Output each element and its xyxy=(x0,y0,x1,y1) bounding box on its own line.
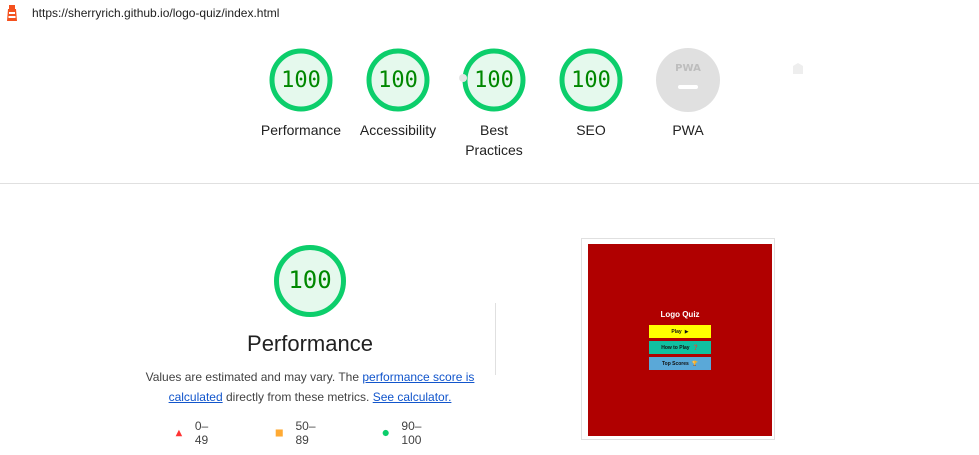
gauge-label: SEO xyxy=(576,122,606,138)
performance-score: 100 xyxy=(288,266,332,294)
play-button: Play ▶ xyxy=(649,325,711,338)
legend-average: 50–89 xyxy=(275,419,319,447)
gauge-label: Accessibility xyxy=(359,122,437,138)
gauge-score: 100 xyxy=(281,68,321,93)
desc-text: Values are estimated and may vary. The xyxy=(145,370,363,384)
gauge-pwa[interactable]: PWA PWA xyxy=(638,40,738,140)
final-screenshot[interactable]: Logo Quiz Play ▶ How to Play ❓ Top Score… xyxy=(581,238,775,440)
button-label: Top Scores xyxy=(661,360,689,367)
gauge-performance[interactable]: 100 Performance xyxy=(251,40,351,140)
top-scores-button: Top Scores 🏆 xyxy=(649,357,711,370)
gauge-label: Best Practices xyxy=(465,122,523,158)
play-icon: ▶ xyxy=(684,328,689,335)
cursor-artifact-icon xyxy=(459,74,467,82)
see-calculator-link[interactable]: See calculator. xyxy=(373,390,452,404)
page-url[interactable]: https://sherryrich.github.io/logo-quiz/i… xyxy=(32,6,279,20)
performance-gauge-large: 100 xyxy=(210,244,410,318)
circle-icon xyxy=(382,429,389,437)
gauge-label: PWA xyxy=(672,122,704,138)
quiz-title: Logo Quiz xyxy=(660,310,700,319)
performance-title: Performance xyxy=(247,331,373,356)
faded-icon xyxy=(793,63,803,74)
gauge-score: 100 xyxy=(571,68,611,93)
gauge-best-practices[interactable]: 100 Best Practices xyxy=(444,40,544,160)
pwa-badge-icon: PWA xyxy=(656,48,720,112)
gauge-seo[interactable]: 100 SEO xyxy=(541,40,641,140)
screenshot-image: Logo Quiz Play ▶ How to Play ❓ Top Score… xyxy=(588,244,772,436)
legend-range: 90–100 xyxy=(401,419,422,447)
performance-description: Values are estimated and may vary. The p… xyxy=(140,367,480,407)
triangle-icon xyxy=(175,429,183,437)
section-divider xyxy=(0,183,979,184)
legend-range: 50–89 xyxy=(295,419,316,447)
gauge-score: 100 xyxy=(378,68,418,93)
trophy-icon: 🏆 xyxy=(691,360,699,367)
desc-text: directly from these metrics. xyxy=(222,390,373,404)
legend-pass: 90–100 xyxy=(382,419,426,447)
how-to-play-button: How to Play ❓ xyxy=(649,341,711,354)
button-label: How to Play xyxy=(661,344,690,351)
gauge-accessibility[interactable]: 100 Accessibility xyxy=(348,40,448,140)
legend-fail: 0–49 xyxy=(175,419,212,447)
square-icon xyxy=(275,429,283,437)
vertical-divider xyxy=(495,303,496,375)
category-gauges: 100 Performance 100 Accessibility 100 Be… xyxy=(0,40,979,180)
lighthouse-icon xyxy=(7,5,17,21)
legend-range: 0–49 xyxy=(194,419,209,447)
gauge-label: Performance xyxy=(260,122,342,138)
question-icon: ❓ xyxy=(692,344,699,351)
button-label: Play xyxy=(671,328,682,335)
report-header: https://sherryrich.github.io/logo-quiz/i… xyxy=(0,0,979,28)
pwa-badge-text: PWA xyxy=(675,63,701,74)
